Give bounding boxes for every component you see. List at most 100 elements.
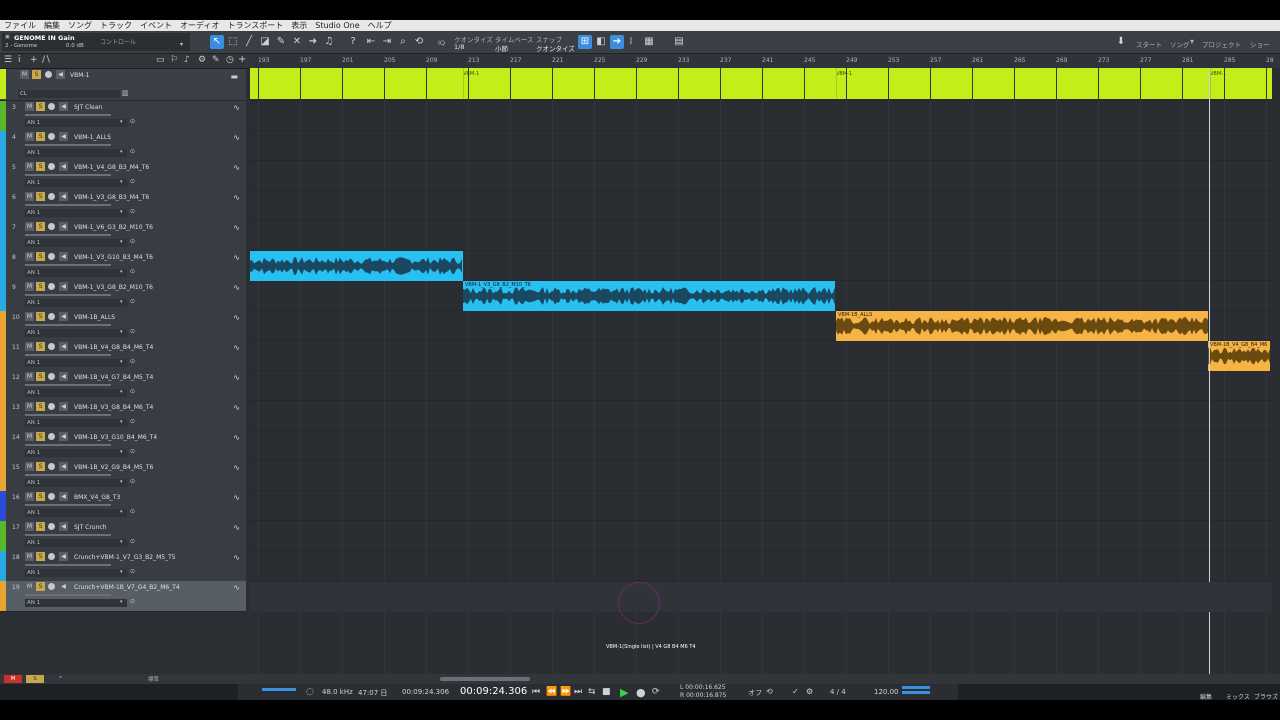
- metronome-icon[interactable]: ◌: [306, 687, 314, 697]
- start-page-link[interactable]: スタート: [1136, 39, 1162, 49]
- volume-slider[interactable]: [25, 174, 111, 176]
- settings-icon[interactable]: ⊙: [130, 118, 135, 125]
- record-button[interactable]: [48, 433, 55, 440]
- input-select[interactable]: AN 1: [25, 419, 127, 427]
- forward-icon[interactable]: ⏩: [560, 687, 571, 697]
- chevron-down-icon[interactable]: ▾: [120, 179, 123, 185]
- chevron-down-icon[interactable]: ▾: [120, 569, 123, 575]
- sync-off[interactable]: オフ: [748, 688, 762, 698]
- precount-icon[interactable]: ⟲: [766, 687, 773, 696]
- solo-button[interactable]: S: [36, 222, 45, 231]
- track-row[interactable]: 5 M S ◀ VBM-1_V4_G8_B3_M4_T6 ∿ AN 1 ▾ ⊙: [0, 161, 246, 192]
- folder-channel[interactable]: CL: [18, 90, 120, 98]
- solo-button[interactable]: S: [36, 552, 45, 561]
- volume-slider[interactable]: [25, 144, 111, 146]
- monitor-button[interactable]: ◀: [59, 432, 68, 441]
- settings-icon[interactable]: ⊙: [130, 208, 135, 215]
- instrument-panel[interactable]: ▣ GENOME IN Gain 2 - Genome 0.0 dB コントロー…: [2, 33, 190, 51]
- settings-icon[interactable]: ⊙: [130, 178, 135, 185]
- waveform-icon[interactable]: ∿: [233, 163, 240, 172]
- menu-icon[interactable]: ☰: [4, 55, 12, 65]
- monitor-button[interactable]: ◀: [59, 402, 68, 411]
- rewind-start-icon[interactable]: ⏮: [532, 687, 540, 697]
- waveform-icon[interactable]: ∿: [233, 223, 240, 232]
- input-select[interactable]: AN 1: [25, 149, 127, 157]
- chevron-down-icon[interactable]: ▾: [120, 119, 123, 125]
- menu-item[interactable]: ソング: [68, 20, 92, 31]
- waveform-icon[interactable]: ∿: [233, 373, 240, 382]
- folder-track[interactable]: M S ◀ VBM-1 ▬ CL ▥: [0, 69, 246, 101]
- waveform-icon[interactable]: ∿: [233, 583, 240, 592]
- waveform-icon[interactable]: ∿: [233, 253, 240, 262]
- track-row[interactable]: 15 M S ◀ VBM-1B_V2_G9_B4_M5_T6 ∿ AN 1 ▾ …: [0, 461, 246, 492]
- track-row[interactable]: 18 M S ◀ Crunch+VBM-1_V7_G3_B2_M5_T5 ∿ A…: [0, 551, 246, 582]
- volume-slider[interactable]: [25, 264, 111, 266]
- solo-button[interactable]: S: [36, 462, 45, 471]
- record-button[interactable]: [48, 103, 55, 110]
- chevron-down-icon[interactable]: ▾: [120, 329, 123, 335]
- volume-slider[interactable]: [25, 234, 111, 236]
- track-row[interactable]: 8 M S ◀ VBM-1_V3_G10_B3_M4_T6 ∿ AN 1 ▾ ⊙: [0, 251, 246, 282]
- volume-slider[interactable]: [25, 324, 111, 326]
- track-name[interactable]: SJT Crunch: [74, 524, 107, 531]
- chevron-down-icon[interactable]: ▾: [120, 419, 123, 425]
- settings-icon[interactable]: ⊙: [130, 568, 135, 575]
- menu-item[interactable]: オーディオ: [180, 20, 219, 31]
- monitor-button[interactable]: ◀: [59, 162, 68, 171]
- paint-tool-icon[interactable]: ✎: [274, 35, 288, 49]
- settings-icon[interactable]: ⊙: [130, 598, 135, 605]
- loop-start[interactable]: L 00:00:16.625: [680, 684, 726, 691]
- monitor-button[interactable]: ◀: [59, 192, 68, 201]
- settings-icon[interactable]: ⊙: [130, 298, 135, 305]
- waveform-icon[interactable]: ∿: [233, 313, 240, 322]
- mute-button[interactable]: M: [25, 162, 34, 171]
- mute-button[interactable]: M: [25, 432, 34, 441]
- bend-tool-icon[interactable]: ➜: [306, 35, 320, 49]
- forward-end-icon[interactable]: ⏭: [574, 687, 582, 697]
- input-select[interactable]: AN 1: [25, 569, 127, 577]
- help-icon[interactable]: ?: [346, 35, 360, 49]
- audio-event[interactable]: VBM-1B_V4_G8_B4_M6: [1208, 341, 1270, 371]
- track-name[interactable]: VBM-1_ALLS: [74, 134, 111, 141]
- track-name[interactable]: VBM-1B_V3_G10_B4_M6_T4: [74, 434, 157, 441]
- volume-slider[interactable]: [25, 504, 111, 506]
- mute-button[interactable]: M: [25, 492, 34, 501]
- volume-slider[interactable]: [25, 594, 111, 596]
- layout-icon[interactable]: ▦: [642, 35, 656, 49]
- play-icon[interactable]: ▶: [620, 686, 628, 699]
- solo-button[interactable]: S: [36, 492, 45, 501]
- automation-icon[interactable]: ∕∖: [42, 55, 51, 65]
- mute-button[interactable]: M: [25, 132, 34, 141]
- settings-icon[interactable]: ⊙: [130, 478, 135, 485]
- folder-icon[interactable]: ▬: [230, 72, 238, 81]
- menu-item[interactable]: ファイル: [4, 20, 36, 31]
- monitor-button[interactable]: ◀: [59, 312, 68, 321]
- listen-tool-icon[interactable]: ♫: [322, 35, 336, 49]
- track-name[interactable]: Crunch+VBM-1_V7_G3_B2_M5_T5: [74, 554, 176, 561]
- monitor-button[interactable]: ◀: [59, 252, 68, 261]
- track-row[interactable]: 7 M S ◀ VBM-1_V6_G3_B2_M10_T6 ∿ AN 1 ▾ ⊙: [0, 221, 246, 252]
- song-page-link[interactable]: ソング: [1170, 39, 1190, 49]
- chevron-down-icon[interactable]: ▾: [120, 479, 123, 485]
- waveform-icon[interactable]: ∿: [233, 463, 240, 472]
- record-button[interactable]: [48, 553, 55, 560]
- solo-button[interactable]: S: [36, 432, 45, 441]
- menu-item[interactable]: 編集: [44, 20, 60, 31]
- track-row[interactable]: 19 M S ◀ Crunch+VBM-1B_V7_G4_B2_M6_T4 ∿ …: [0, 581, 246, 612]
- cursor-follow-icon[interactable]: ⁞: [624, 35, 638, 49]
- mute-button[interactable]: M: [25, 552, 34, 561]
- volume-slider[interactable]: [25, 204, 111, 206]
- record-button[interactable]: [48, 193, 55, 200]
- chevron-down-icon[interactable]: ▾: [120, 299, 123, 305]
- volume-slider[interactable]: [25, 114, 111, 116]
- record-button[interactable]: [48, 253, 55, 260]
- chevron-down-icon[interactable]: ▾: [120, 359, 123, 365]
- solo-button[interactable]: S: [36, 372, 45, 381]
- snap-event-icon[interactable]: ◧: [594, 35, 608, 49]
- solo-button[interactable]: S: [36, 312, 45, 321]
- snap-value[interactable]: クオンタイズ: [536, 43, 575, 53]
- track-row[interactable]: 4 M S ◀ VBM-1_ALLS ∿ AN 1 ▾ ⊙: [0, 131, 246, 162]
- chevron-down-icon[interactable]: ▾: [120, 509, 123, 515]
- track-name[interactable]: Crunch+VBM-1B_V7_G4_B2_M6_T4: [74, 584, 180, 591]
- metronome-toggle-icon[interactable]: ✓: [792, 687, 799, 696]
